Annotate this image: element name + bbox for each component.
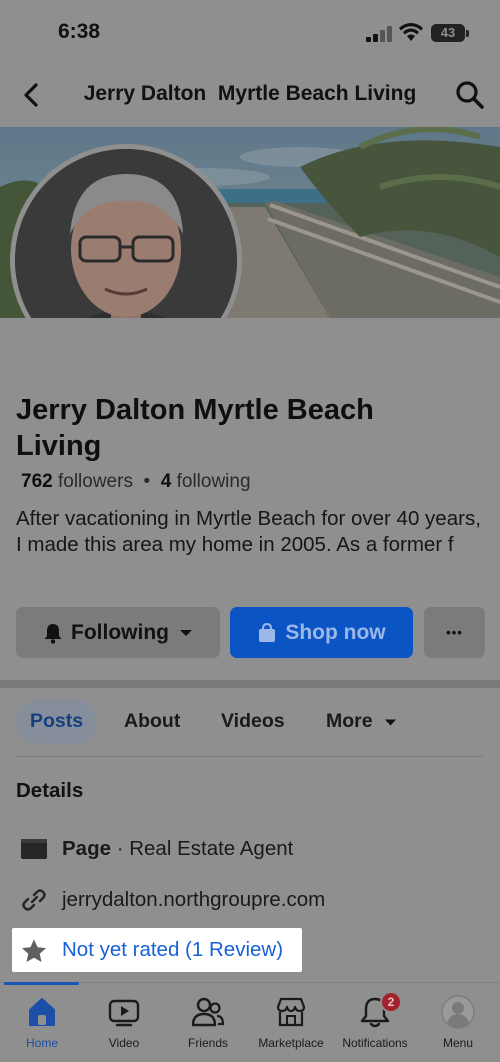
shop-now-button[interactable]: Shop now: [230, 607, 413, 658]
nav-home[interactable]: Home: [0, 983, 84, 1062]
cellular-signal-icon: [366, 26, 392, 42]
nav-friends[interactable]: Friends: [166, 983, 250, 1062]
link-icon: [22, 889, 46, 911]
profile-name: Jerry Dalton Myrtle Beach Living: [16, 394, 374, 462]
search-icon[interactable]: [455, 80, 485, 110]
followers-label[interactable]: followers: [58, 471, 133, 492]
nav-notifications[interactable]: 2 Notifications: [333, 983, 417, 1062]
battery-icon: 43: [431, 24, 465, 42]
notification-badge: 2: [380, 991, 402, 1013]
nav-menu[interactable]: Menu: [416, 983, 500, 1062]
following-count[interactable]: 4: [161, 471, 172, 492]
friends-icon: [191, 997, 225, 1027]
profile-bio[interactable]: After vacationing in Myrtle Beach for ov…: [16, 506, 486, 558]
tab-videos[interactable]: Videos: [221, 699, 285, 744]
page-category: · Real Estate Agent: [111, 837, 294, 860]
nav-menu-label: Menu: [442, 1036, 474, 1050]
home-icon: [29, 998, 55, 1026]
nav-friends-label: Friends: [187, 1036, 228, 1050]
video-icon: [108, 999, 140, 1027]
nav-notifications-label: Notifications: [342, 1036, 408, 1050]
following-button-label: Following: [71, 620, 169, 644]
rating-row[interactable]: Not yet rated (1 Review): [12, 928, 302, 972]
page-label: Page: [62, 837, 111, 860]
profile-tabs: Posts About Videos More: [0, 688, 500, 757]
tab-posts[interactable]: Posts: [16, 699, 97, 744]
follow-stats: 762 followers • 4 following: [21, 471, 251, 493]
shop-now-label: Shop now: [285, 620, 386, 644]
nav-home-label: Home: [25, 1036, 58, 1050]
tab-more-label: More: [326, 710, 373, 732]
status-time: 6:38: [58, 20, 101, 43]
star-icon: [22, 939, 46, 962]
profile-body: Jerry Dalton Myrtle Beach Living 762 fol…: [0, 318, 500, 680]
wifi-icon: [399, 23, 423, 41]
stats-separator: •: [143, 471, 151, 492]
followers-count[interactable]: 762: [21, 471, 53, 492]
nav-marketplace[interactable]: Marketplace: [249, 983, 333, 1062]
header-title: Jerry Dalton Myrtle Beach Living: [83, 82, 417, 105]
nav-video[interactable]: Video: [82, 983, 166, 1062]
bell-icon: [44, 623, 62, 644]
more-options-button[interactable]: •••: [424, 607, 485, 658]
nav-marketplace-label: Marketplace: [258, 1036, 324, 1050]
tab-more[interactable]: More: [326, 699, 397, 744]
profile-menu-icon: [441, 995, 475, 1029]
caret-down-icon: [385, 719, 397, 726]
marketplace-icon: [276, 997, 306, 1027]
tab-about[interactable]: About: [124, 699, 180, 744]
shopping-bag-icon: [259, 622, 276, 642]
page-category-row: Page · Real Estate Agent: [0, 829, 500, 869]
website-row[interactable]: jerrydalton.northgroupre.com: [0, 880, 500, 920]
page-header: Jerry Dalton Myrtle Beach Living: [0, 62, 500, 127]
nav-video-label: Video: [108, 1036, 140, 1050]
status-bar: 6:38 43: [0, 0, 500, 62]
website-link[interactable]: jerrydalton.northgroupre.com: [62, 888, 325, 912]
following-button[interactable]: Following: [16, 607, 220, 658]
section-divider: [0, 680, 500, 688]
rating-text[interactable]: Not yet rated (1 Review): [62, 938, 283, 962]
bottom-navigation: Home Video Friends Marketplace 2 Notific…: [0, 982, 500, 1062]
following-label[interactable]: following: [177, 471, 251, 492]
battery-tip: [466, 30, 469, 37]
page-flag-icon: [21, 839, 47, 859]
more-dots-icon: •••: [446, 625, 463, 640]
caret-down-icon: [179, 629, 192, 636]
details-heading: Details: [16, 779, 84, 802]
